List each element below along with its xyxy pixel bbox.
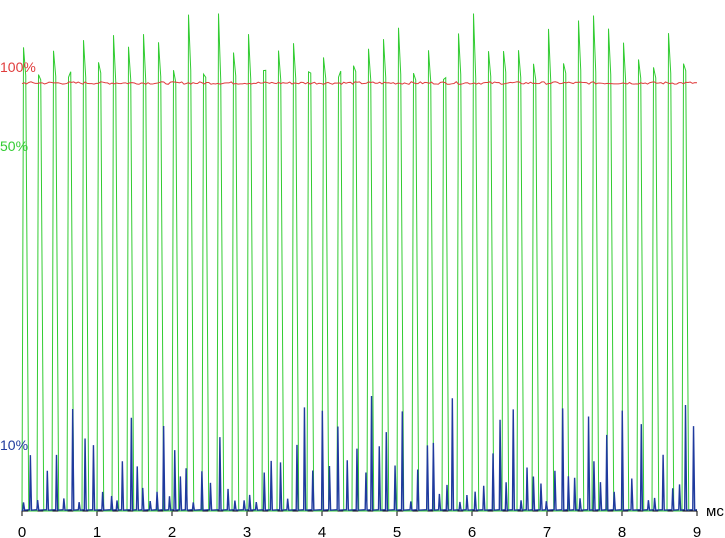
x-tick-label: 1 <box>93 524 101 538</box>
x-tick-label: 8 <box>618 524 626 538</box>
series-label-50: 50% <box>0 138 28 154</box>
x-tick-label: 5 <box>393 524 401 538</box>
x-tick-label: 9 <box>693 524 701 538</box>
x-unit-label: мс <box>706 503 724 520</box>
chart: 0 1 2 3 4 5 6 7 8 9 100% 50% 10% мс <box>0 13 724 538</box>
series-label-100: 100% <box>0 59 36 75</box>
plot-area: 0 1 2 3 4 5 6 7 8 9 <box>18 13 701 538</box>
x-tick-label: 2 <box>168 524 176 538</box>
x-tick-label: 7 <box>543 524 551 538</box>
x-tick-label: 4 <box>318 524 326 538</box>
series-10 <box>21 395 698 512</box>
x-ticks: 0 1 2 3 4 5 6 7 8 9 <box>18 511 701 538</box>
x-tick-label: 0 <box>18 524 26 538</box>
series-10-line <box>21 395 698 512</box>
series-label-10: 10% <box>0 437 28 453</box>
x-tick-label: 3 <box>243 524 251 538</box>
x-tick-label: 6 <box>468 524 476 538</box>
